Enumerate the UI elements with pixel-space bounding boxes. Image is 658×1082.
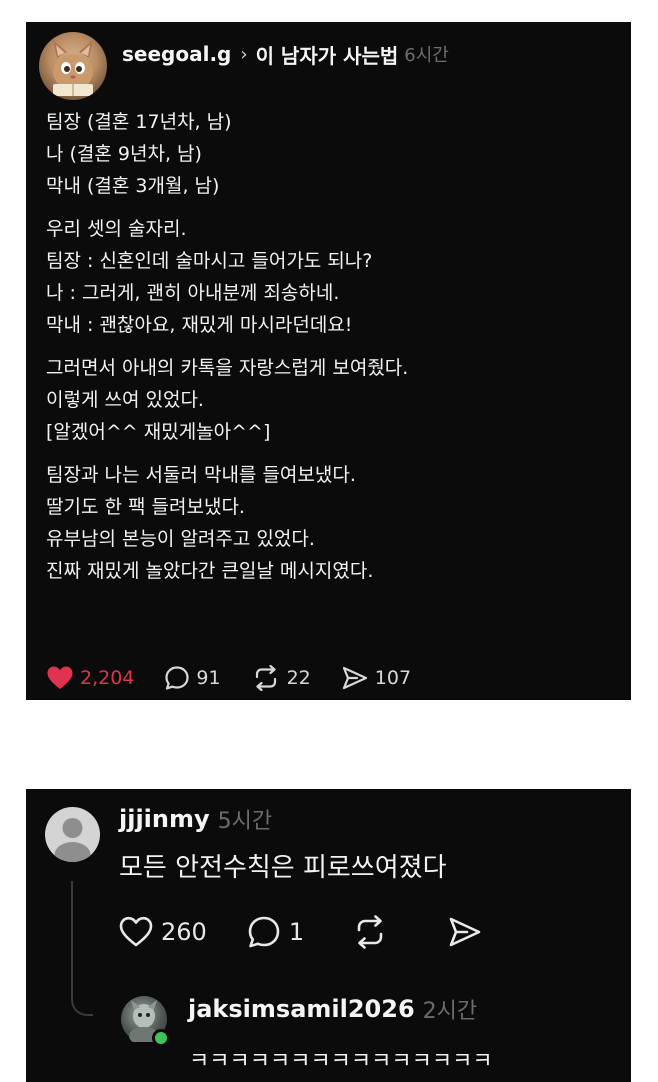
repost-button[interactable]: 22 xyxy=(251,665,311,691)
thread-connector-line xyxy=(71,881,93,1016)
post-line: 팀장 (결혼 17년차, 남) xyxy=(46,111,232,133)
chevron-right-icon: › xyxy=(240,43,248,65)
comment-timestamp: 5시간 xyxy=(217,809,273,834)
post-line: 딸기도 한 팩 들려보냈다. xyxy=(46,496,245,518)
comment-count: 91 xyxy=(196,667,221,689)
comment-text: 모든 안전수칙은 피로쓰여졌다 xyxy=(119,853,447,883)
share-button[interactable]: 107 xyxy=(341,665,411,691)
comment-like-count: 260 xyxy=(161,918,207,946)
post-line: 나 : 그러게, 괜히 아내분께 죄송하네. xyxy=(46,282,340,304)
post-paragraph: 그러면서 아내의 카톡을 자랑스럽게 보여줬다. 이렇게 쓰여 있었다. [알겠… xyxy=(46,352,626,448)
like-button[interactable]: 2,204 xyxy=(46,665,134,691)
post-card: seegoal.g › 이 남자가 사는법 6시간 팀장 (결혼 17년차, 남… xyxy=(26,22,631,700)
post-line: 팀장 : 신혼인데 술마시고 들어가도 되나? xyxy=(46,250,373,272)
post-body: 팀장 (결혼 17년차, 남) 나 (결혼 9년차, 남) 막내 (결혼 3개월… xyxy=(46,106,626,598)
post-line: 이렇게 쓰여 있었다. xyxy=(46,389,204,411)
post-line: 그러면서 아내의 카톡을 자랑스럽게 보여줬다. xyxy=(46,357,409,379)
post-line: [알겠어^^ 재밌게놀아^^] xyxy=(46,421,271,443)
heart-outline-icon xyxy=(119,916,153,947)
post-header: seegoal.g › 이 남자가 사는법 6시간 xyxy=(122,38,449,70)
comment-reply-count: 1 xyxy=(288,918,305,946)
like-count: 2,204 xyxy=(80,667,135,689)
comment-repost-button[interactable] xyxy=(352,915,396,949)
repost-icon xyxy=(357,915,383,949)
reply-header: jaksimsamil2026 2시간 xyxy=(188,991,477,1027)
default-avatar-icon xyxy=(54,818,91,862)
post-paragraph: 팀장 (결혼 17년차, 남) 나 (결혼 9년차, 남) 막내 (결혼 3개월… xyxy=(46,106,626,202)
comment-button[interactable]: 91 xyxy=(164,665,221,691)
repost-icon xyxy=(255,665,276,691)
comment-card: jjjinmy 5시간 모든 안전수칙은 피로쓰여졌다 260 1 jaksim… xyxy=(26,789,631,1082)
online-status-indicator xyxy=(152,1029,170,1047)
share-send-icon xyxy=(449,917,481,947)
comment-share-button[interactable] xyxy=(448,915,490,949)
post-line: 우리 셋의 술자리. xyxy=(46,218,187,240)
comment-bubble-icon xyxy=(248,916,280,948)
reply-text: ㅋㅋㅋㅋㅋㅋㅋㅋㅋㅋㅋㅋㅋㅋㅋ xyxy=(189,1049,493,1074)
comment-reply-button[interactable]: 1 xyxy=(247,915,304,949)
post-line: 막내 : 괜찮아요, 재밌게 마시라던데요! xyxy=(46,314,353,336)
heart-filled-icon xyxy=(47,666,73,689)
comment-bubble-icon xyxy=(165,666,190,690)
reply-timestamp: 2시간 xyxy=(422,999,478,1024)
comment-header: jjjinmy 5시간 xyxy=(119,801,272,837)
post-line: 진짜 재밌게 놀았다간 큰일날 메시지였다. xyxy=(46,560,374,582)
post-line: 유부남의 본능이 알려주고 있었다. xyxy=(46,528,315,550)
commenter-avatar[interactable] xyxy=(45,807,100,862)
post-line: 나 (결혼 9년차, 남) xyxy=(46,143,202,165)
comment-author-name[interactable]: jjjinmy xyxy=(119,805,210,833)
post-line: 팀장과 나는 서둘러 막내를 들여보냈다. xyxy=(46,464,356,486)
post-line: 막내 (결혼 3개월, 남) xyxy=(46,175,220,197)
post-paragraph: 팀장과 나는 서둘러 막내를 들여보냈다. 딸기도 한 팩 들려보냈다. 유부남… xyxy=(46,459,626,587)
post-topic-tag[interactable]: 이 남자가 사는법 xyxy=(256,40,399,69)
post-author-name[interactable]: seegoal.g xyxy=(122,42,231,66)
comment-actions: 260 1 xyxy=(119,914,490,950)
post-timestamp: 6시간 xyxy=(404,45,449,66)
reply-author-name[interactable]: jaksimsamil2026 xyxy=(188,995,415,1023)
post-paragraph: 우리 셋의 술자리. 팀장 : 신혼인데 술마시고 들어가도 되나? 나 : 그… xyxy=(46,213,626,341)
share-send-icon xyxy=(342,666,367,690)
comment-like-button[interactable]: 260 xyxy=(119,916,207,948)
post-actions: 2,204 91 22 107 xyxy=(46,663,441,693)
author-avatar[interactable] xyxy=(39,32,107,100)
repost-count: 22 xyxy=(286,667,311,689)
share-count: 107 xyxy=(374,667,412,689)
